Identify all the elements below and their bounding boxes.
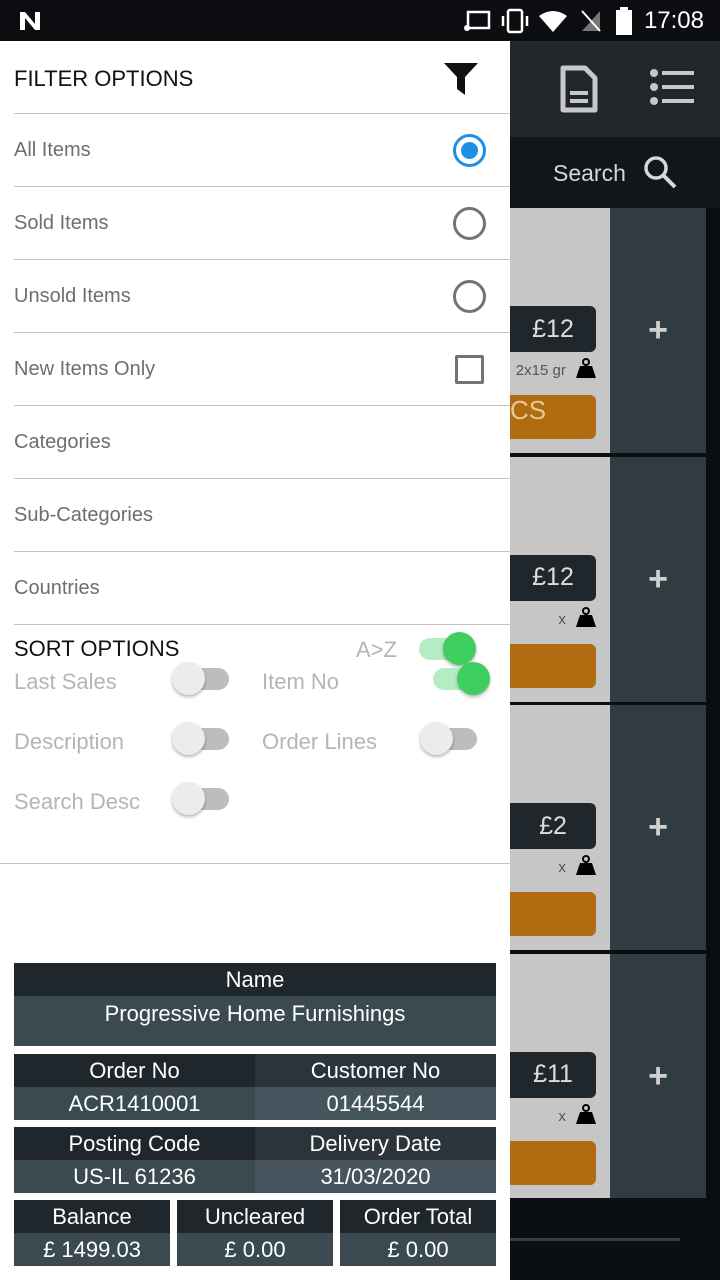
weight-icon: [576, 1103, 596, 1124]
sort-toggle[interactable]: [172, 777, 232, 817]
unit-button[interactable]: [510, 892, 596, 936]
weight-text: x: [558, 859, 566, 876]
name-cell: Name Progressive Home Furnishings: [14, 963, 496, 1046]
app-header: [510, 41, 720, 137]
filter-option[interactable]: Sold Items: [14, 187, 510, 260]
price-tag: £12: [510, 306, 596, 352]
sort-label: Last Sales: [14, 669, 117, 694]
add-button[interactable]: +: [610, 705, 706, 950]
add-button[interactable]: +: [610, 208, 706, 453]
bottom-bar: [510, 1198, 720, 1280]
filter-option[interactable]: Unsold Items: [14, 260, 510, 333]
product-row[interactable]: £12 2x15 gr CS: [510, 208, 610, 453]
sort-label: Search Desc: [14, 789, 140, 814]
document-icon[interactable]: [560, 65, 598, 113]
posting-code-cell: Posting Code US-IL 61236: [14, 1127, 255, 1193]
product-row[interactable]: £11 x: [510, 953, 610, 1199]
price-tag: £12: [510, 554, 596, 601]
list-menu-icon[interactable]: [650, 69, 694, 105]
filter-option[interactable]: Countries: [14, 552, 510, 625]
balance-cell: Balance £ 1499.03: [14, 1200, 170, 1266]
filter-option[interactable]: New Items Only: [14, 333, 510, 406]
sort-label: Description: [14, 729, 125, 754]
clock: 17:08: [643, 7, 704, 34]
product-row[interactable]: £12 x: [510, 456, 610, 702]
battery-icon: [616, 7, 632, 35]
filter-option[interactable]: Sub-Categories: [14, 479, 510, 552]
price-tag: £11: [510, 1051, 596, 1098]
weight-icon: [576, 855, 596, 875]
radio-button[interactable]: [453, 133, 486, 167]
filter-option[interactable]: All Items: [14, 114, 510, 187]
notification-n-icon: [20, 12, 40, 30]
filter-option[interactable]: Categories: [14, 406, 510, 479]
filter-label: All Items: [14, 138, 91, 161]
sort-label: Order Lines: [262, 729, 377, 754]
add-button[interactable]: +: [610, 953, 706, 1199]
weight-text: x: [558, 1107, 566, 1125]
search-bar[interactable]: Search: [510, 137, 720, 208]
filter-label: Countries: [14, 576, 100, 599]
add-button[interactable]: +: [610, 456, 706, 702]
customer-no-cell: Customer No 01445544: [255, 1054, 496, 1120]
radio-button[interactable]: [453, 206, 486, 240]
filter-label: New Items Only: [14, 357, 156, 380]
weight-text: 2x15 gr: [515, 362, 566, 379]
filter-label: Unsold Items: [14, 284, 131, 307]
filter-icon[interactable]: [444, 61, 478, 95]
weight-text: x: [558, 610, 566, 628]
sort-options-title: SORT OPTIONS: [14, 636, 180, 661]
wifi-icon: [539, 11, 567, 32]
cast-icon: [464, 10, 491, 31]
unit-button[interactable]: CS: [510, 395, 596, 439]
search-label: Search: [553, 160, 626, 186]
filter-label: Sold Items: [14, 211, 109, 234]
weight-icon: [576, 606, 596, 627]
sort-label: Item No: [262, 669, 340, 694]
price-tag: £2: [510, 803, 596, 849]
weight-icon: [576, 358, 596, 378]
order-no-cell: Order No ACR1410001: [14, 1054, 255, 1120]
status-bar: 17:08: [0, 0, 720, 41]
sort-toggle[interactable]: [420, 717, 480, 757]
filter-label: Sub-Categories: [14, 503, 153, 526]
filter-label: Categories: [14, 430, 111, 453]
sort-toggle[interactable]: [430, 657, 490, 697]
order-total-cell: Order Total £ 0.00: [340, 1200, 496, 1266]
vibrate-icon: [501, 8, 529, 34]
filter-options-title: FILTER OPTIONS: [14, 66, 194, 91]
sort-toggle[interactable]: [172, 717, 232, 757]
delivery-date-cell: Delivery Date 31/03/2020: [255, 1127, 496, 1193]
uncleared-cell: Uncleared £ 0.00: [177, 1200, 333, 1266]
sort-toggle[interactable]: [172, 657, 232, 697]
search-icon[interactable]: [642, 154, 678, 190]
sort-order-label: A>Z: [356, 637, 397, 662]
no-signal-icon: [581, 10, 601, 32]
product-row[interactable]: £2 x: [510, 705, 610, 950]
checkbox[interactable]: [455, 354, 484, 384]
unit-button[interactable]: [510, 643, 596, 688]
unit-button[interactable]: [510, 1140, 596, 1185]
filter-drawer: FILTER OPTIONS All Items Sold Items Unsold…: [0, 41, 510, 1280]
radio-button[interactable]: [453, 279, 486, 313]
